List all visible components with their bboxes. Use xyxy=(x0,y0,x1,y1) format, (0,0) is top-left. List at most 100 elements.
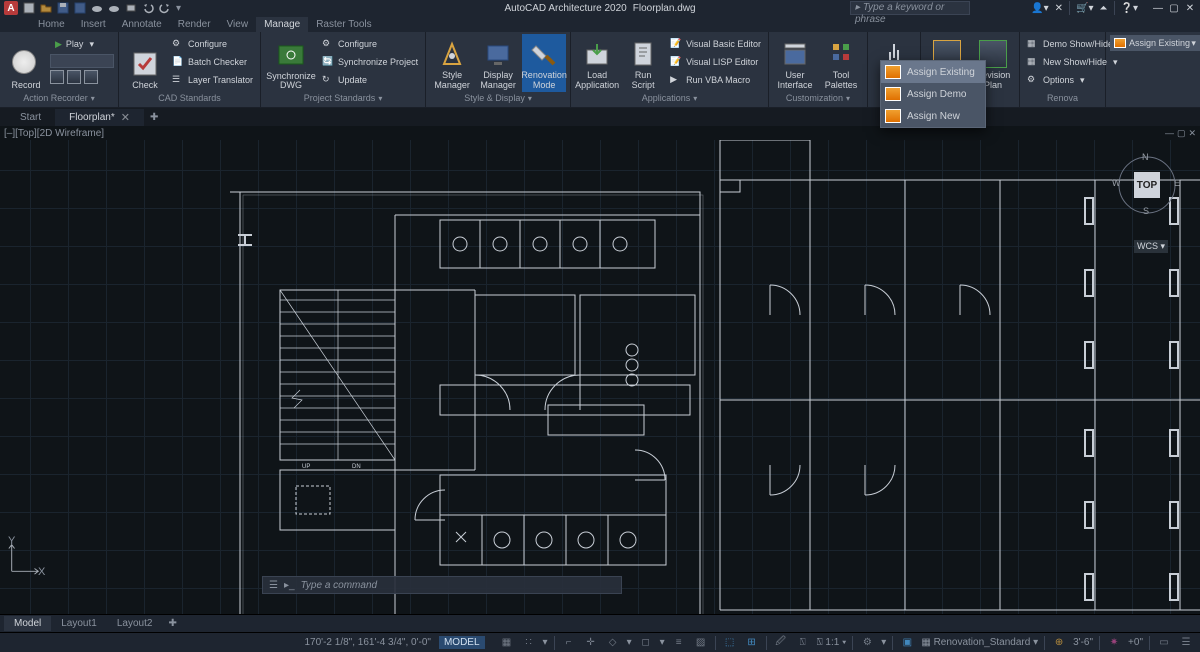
app-exchange-icon[interactable]: ✕ xyxy=(1055,3,1063,14)
tab-render[interactable]: Render xyxy=(170,17,219,32)
open-icon[interactable] xyxy=(40,2,52,14)
tool-palettes-button[interactable]: Tool Palettes xyxy=(819,34,863,92)
cloud-save-icon[interactable] xyxy=(108,2,120,14)
run-script-button[interactable]: Run Script xyxy=(621,34,665,92)
viewcube[interactable]: TOP N S E W xyxy=(1110,148,1182,220)
annotation-icon[interactable]: 🖉 xyxy=(773,635,789,651)
reno-standard[interactable]: ▦ Renovation_Standard ▾ xyxy=(921,637,1038,648)
command-line[interactable]: ☰ ▸_ Type a command xyxy=(262,576,622,594)
selection-cycling-icon[interactable]: ⊞ xyxy=(744,635,760,651)
layout-tab-layout2[interactable]: Layout2 xyxy=(107,616,163,631)
vp-close-icon[interactable]: ✕ xyxy=(1188,128,1196,139)
signin-icon[interactable]: 👤▾ xyxy=(1031,3,1048,14)
workspace-icon[interactable]: ⚙ xyxy=(859,635,875,651)
tab-home[interactable]: Home xyxy=(30,17,73,32)
tab-annotate[interactable]: Annotate xyxy=(114,17,170,32)
group-renova: ▦Demo Show/Hide▾ ▦New Show/Hide▾ ⚙Option… xyxy=(1020,32,1106,107)
check-button[interactable]: Check xyxy=(123,34,167,92)
elevation-icon[interactable]: ⊕ xyxy=(1051,635,1067,651)
sync-dwg-button[interactable]: Synchronize DWG xyxy=(265,34,317,92)
dynamic-input-icon[interactable]: ⬚ xyxy=(722,635,738,651)
model-badge[interactable]: MODEL xyxy=(439,636,485,649)
ortho-icon[interactable]: ⌐ xyxy=(561,635,577,651)
close-tab-icon[interactable]: ✕ xyxy=(121,111,130,124)
play-button[interactable]: ▶Play▾ xyxy=(52,36,114,52)
transparency-icon[interactable]: ▨ xyxy=(693,635,709,651)
renovation-mode-button[interactable]: Renovation Mode xyxy=(522,34,566,92)
saveas-icon[interactable] xyxy=(74,2,86,14)
assign-demo-item[interactable]: Assign Demo xyxy=(881,83,985,105)
vp-maximize-icon[interactable]: ▢ xyxy=(1177,128,1186,139)
drawing-canvas[interactable]: UP DN xyxy=(0,140,1200,614)
tab-view[interactable]: View xyxy=(219,17,257,32)
user-interface-button[interactable]: User Interface xyxy=(773,34,817,92)
scale-display[interactable]: ⍂ 1:1 ▾ xyxy=(817,637,847,648)
layers-icon: ☰ xyxy=(172,74,184,86)
redo-icon[interactable] xyxy=(159,2,171,14)
angle-value[interactable]: +0" xyxy=(1128,637,1143,648)
style-manager-button[interactable]: Style Manager xyxy=(430,34,474,92)
cloud-open-icon[interactable] xyxy=(91,2,103,14)
wcs-label[interactable]: WCS ▾ xyxy=(1134,240,1168,253)
cart-icon[interactable]: 🛒▾ xyxy=(1076,3,1093,14)
new-icon[interactable] xyxy=(23,2,35,14)
proj-configure-button[interactable]: ⚙Configure xyxy=(319,36,421,52)
tab-manage[interactable]: Manage xyxy=(256,17,308,32)
maximize-icon[interactable]: ▢ xyxy=(1168,3,1180,14)
vlisp-button[interactable]: 📝Visual LISP Editor xyxy=(667,54,764,70)
help-icon[interactable]: ❔▾ xyxy=(1121,3,1138,14)
add-layout-icon[interactable]: ✚ xyxy=(162,616,182,631)
quick-props-icon[interactable]: ▣ xyxy=(899,635,915,651)
osnap-icon[interactable]: ◻ xyxy=(638,635,654,651)
undo-icon[interactable] xyxy=(142,2,154,14)
plot-icon[interactable] xyxy=(125,2,137,14)
action-icon3[interactable] xyxy=(84,70,98,84)
assign-existing-item[interactable]: Assign Existing xyxy=(881,61,985,83)
lineweight-icon[interactable]: ≡ xyxy=(671,635,687,651)
tab-raster-tools[interactable]: Raster Tools xyxy=(308,17,379,32)
sync-project-button[interactable]: 🔄Synchronize Project xyxy=(319,54,421,70)
record-button[interactable]: Record xyxy=(4,34,48,92)
minimize-icon[interactable]: — xyxy=(1152,3,1164,14)
viewport-label[interactable]: [–][Top][2D Wireframe] — ▢ ✕ xyxy=(0,126,1200,140)
assign-new-item[interactable]: Assign New xyxy=(881,105,985,127)
search-input[interactable]: ▸ Type a keyword or phrase xyxy=(850,1,970,15)
isodraft-icon[interactable]: ◇ xyxy=(605,635,621,651)
a360-icon[interactable]: ⏶ xyxy=(1100,3,1108,14)
file-tab-start[interactable]: Start xyxy=(6,110,55,125)
display-manager-button[interactable]: Display Manager xyxy=(476,34,520,92)
qat-dropdown-icon[interactable]: ▾ xyxy=(176,3,181,14)
layout-tab-layout1[interactable]: Layout1 xyxy=(51,616,107,631)
close-window-icon[interactable]: ✕ xyxy=(1184,3,1196,14)
configure-button[interactable]: ⚙Configure xyxy=(169,36,256,52)
vbe-button[interactable]: 📝Visual Basic Editor xyxy=(667,36,764,52)
customize-icon[interactable]: ☰ xyxy=(1178,635,1194,651)
action-dropdown[interactable] xyxy=(50,54,114,68)
grid-icon[interactable]: ▦ xyxy=(499,635,515,651)
vp-minimize-icon[interactable]: — xyxy=(1165,128,1174,139)
action-icon2[interactable] xyxy=(67,70,81,84)
batch-checker-button[interactable]: 📄Batch Checker xyxy=(169,54,256,70)
load-app-button[interactable]: Load Application xyxy=(575,34,619,92)
action-icon1[interactable] xyxy=(50,70,64,84)
assign-existing-dropdown[interactable]: Assign Existing▾ xyxy=(1110,35,1200,51)
app-logo-icon[interactable]: A xyxy=(4,1,18,15)
polar-icon[interactable]: ✛ xyxy=(583,635,599,651)
update-button[interactable]: ↻Update xyxy=(319,72,421,88)
file-tab-floorplan[interactable]: Floorplan*✕ xyxy=(55,109,144,126)
new-tab-icon[interactable]: ✚ xyxy=(144,112,164,123)
palette-icon xyxy=(827,40,855,68)
replace-z-icon[interactable]: ▭ xyxy=(1156,635,1172,651)
viewcube-top[interactable]: TOP xyxy=(1134,172,1160,198)
layer-translator-button[interactable]: ☰Layer Translator xyxy=(169,72,256,88)
annoscale-icon[interactable]: ⍂ xyxy=(795,635,811,651)
save-icon[interactable] xyxy=(57,2,69,14)
snap-icon[interactable]: ∷ xyxy=(521,635,537,651)
elevation-value[interactable]: 3'-6" xyxy=(1073,637,1093,648)
layout-tab-model[interactable]: Model xyxy=(4,616,51,631)
group-style-display: Style Manager Display Manager Renovation… xyxy=(426,32,571,107)
tab-insert[interactable]: Insert xyxy=(73,17,114,32)
vba-button[interactable]: ▶Run VBA Macro xyxy=(667,72,764,88)
cmd-history-icon[interactable]: ☰ xyxy=(269,580,278,591)
cutplane-icon[interactable]: ✷ xyxy=(1106,635,1122,651)
